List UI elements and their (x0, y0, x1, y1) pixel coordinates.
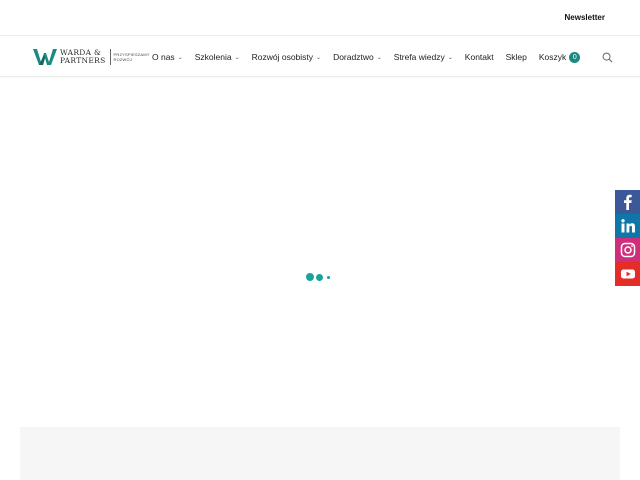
linkedin-button[interactable] (615, 214, 640, 238)
cart-label: Koszyk (538, 52, 567, 62)
logo-w-mark-icon (33, 49, 57, 65)
menu-item-sklep[interactable]: Sklep (506, 52, 527, 62)
menu-item-doradztwo[interactable]: Doradztwo ⌄ (333, 52, 382, 62)
menu-item-label: O nas (152, 52, 175, 62)
youtube-button[interactable] (615, 262, 640, 286)
chevron-down-icon: ⌄ (316, 54, 322, 61)
social-sidebar (615, 190, 640, 286)
chevron-down-icon: ⌄ (234, 54, 240, 61)
youtube-icon (620, 269, 635, 279)
menu-item-label: Szkolenia (194, 52, 232, 62)
chevron-down-icon: ⌄ (177, 54, 183, 61)
loader-dot (316, 273, 323, 281)
menu-item-strefa-wiedzy[interactable]: Strefa wiedzy ⌄ (394, 52, 453, 62)
logo-line-2: PARTNERS (60, 56, 106, 65)
linkedin-icon (620, 219, 635, 233)
cart-count-badge: 0 (569, 51, 581, 63)
instagram-button[interactable] (615, 238, 640, 262)
content-placeholder-block (20, 427, 620, 480)
menu-item-label: Doradztwo (333, 52, 374, 62)
facebook-icon (623, 194, 632, 210)
menu-item-kontakt[interactable]: Kontakt (465, 52, 494, 62)
menu-item-koszyk[interactable]: Koszyk 0 (538, 51, 581, 63)
logo-tagline-2: ROZWÓJ (113, 57, 133, 62)
top-bar: Newsletter (0, 0, 640, 36)
menu-item-label: Rozwój osobisty (251, 52, 314, 62)
logo-wordmark: WARDA & PARTNERS (60, 49, 106, 65)
menu-item-label: Sklep (505, 52, 527, 62)
menu-item-szkolenia[interactable]: Szkolenia ⌄ (195, 52, 240, 62)
main-menu: O nas ⌄ Szkolenia ⌄ Rozwój osobisty ⌄ Do… (152, 37, 592, 77)
menu-item-label: Strefa wiedzy (393, 52, 445, 62)
main-navbar: WARDA & PARTNERS PRZYSPIESZAMY ROZWÓJ O … (0, 37, 640, 77)
menu-item-o-nas[interactable]: O nas ⌄ (152, 52, 183, 62)
chevron-down-icon: ⌄ (447, 54, 453, 61)
instagram-icon (620, 242, 635, 258)
logo-tagline: PRZYSPIESZAMY ROZWÓJ (114, 52, 150, 62)
search-icon[interactable] (602, 52, 613, 63)
loader-dot (306, 273, 314, 281)
newsletter-link[interactable]: Newsletter (565, 13, 605, 22)
chevron-down-icon: ⌄ (376, 54, 382, 61)
menu-item-label: Kontakt (464, 52, 494, 62)
loader-dot (327, 275, 330, 279)
page-loader (306, 273, 332, 281)
site-logo[interactable]: WARDA & PARTNERS PRZYSPIESZAMY ROZWÓJ (33, 48, 150, 66)
logo-separator (109, 49, 111, 65)
menu-item-rozwoj-osobisty[interactable]: Rozwój osobisty ⌄ (252, 52, 321, 62)
facebook-button[interactable] (615, 190, 640, 214)
